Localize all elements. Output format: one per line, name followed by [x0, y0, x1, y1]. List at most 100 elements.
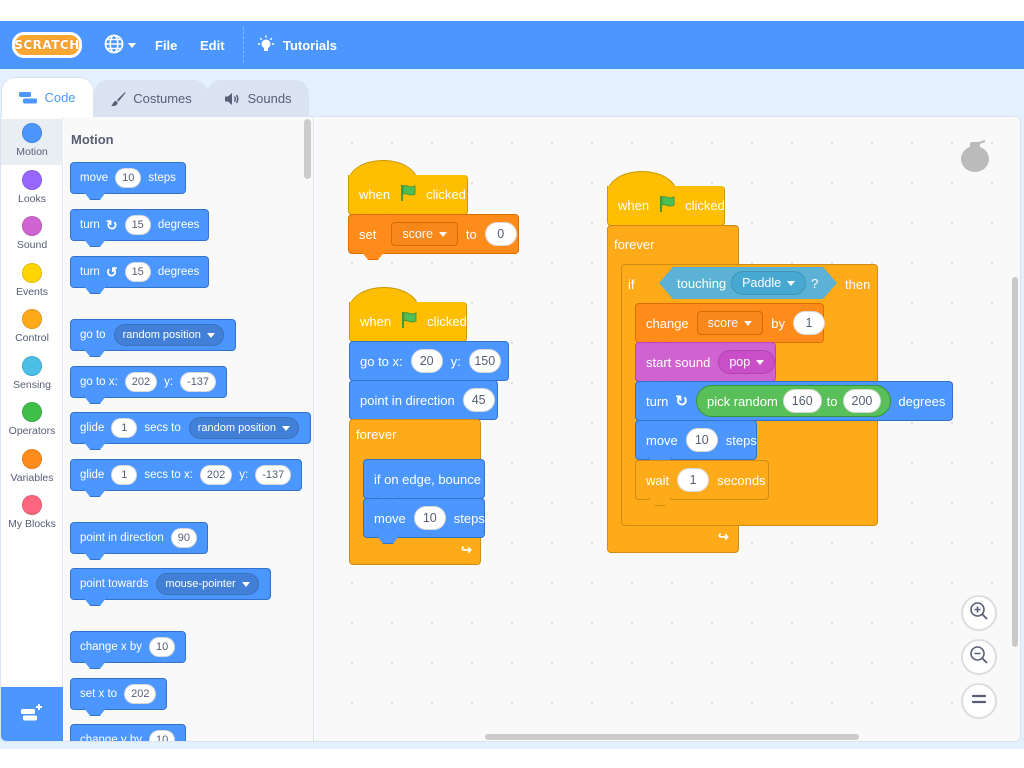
- tutorials-menu[interactable]: Tutorials: [257, 21, 337, 69]
- touching-target-dropdown[interactable]: Paddle: [731, 271, 806, 295]
- random-to-input[interactable]: 200: [842, 389, 882, 413]
- block-palette: Motion move 10 steps turn ↻ 15 degrees t…: [64, 117, 314, 741]
- block-text: ?: [811, 275, 819, 291]
- when-flag-clicked-hat-3[interactable]: when clicked: [607, 186, 725, 226]
- block-text: go to x:: [80, 376, 118, 388]
- move-steps-block-2[interactable]: move 10 steps: [635, 420, 757, 460]
- secs-input[interactable]: 1: [111, 418, 138, 438]
- palette-glide-to-block[interactable]: glide 1 secs to random position: [70, 412, 312, 444]
- palette-point-towards-block[interactable]: point towards mouse-pointer: [70, 568, 271, 600]
- palette-goto-xy-block[interactable]: go to x: 202 y: -137: [70, 366, 228, 398]
- block-text: wait: [646, 472, 670, 488]
- change-variable-block[interactable]: change score by 1: [635, 303, 825, 343]
- category-variables[interactable]: Variables: [1, 445, 63, 491]
- looks-color-dot: [22, 170, 42, 190]
- script-workspace[interactable]: when clicked set score to 0 when clicked…: [315, 117, 1020, 741]
- change-x-input[interactable]: 10: [149, 637, 176, 657]
- secs-input[interactable]: 1: [111, 465, 138, 485]
- palette-move-block[interactable]: move 10 steps: [70, 162, 186, 194]
- tab-costumes[interactable]: Costumes: [94, 80, 208, 116]
- category-control[interactable]: Control: [1, 305, 63, 351]
- degrees-input[interactable]: 15: [124, 262, 151, 282]
- zoom-out-button[interactable]: [961, 639, 997, 675]
- direction-input[interactable]: 90: [170, 528, 197, 548]
- category-events[interactable]: Events: [1, 259, 63, 305]
- x-input[interactable]: 20: [410, 349, 443, 373]
- steps-input[interactable]: 10: [685, 428, 718, 452]
- change-y-input[interactable]: 10: [149, 730, 176, 741]
- palette-point-direction-block[interactable]: point in direction 90: [70, 522, 208, 554]
- steps-input[interactable]: 10: [413, 506, 446, 530]
- code-editor: Motion Looks Sound Events Control Sensin…: [0, 116, 1021, 742]
- goto-xy-block[interactable]: go to x: 20 y: 150: [349, 341, 509, 381]
- x-input[interactable]: 202: [199, 465, 233, 485]
- variable-dropdown[interactable]: score: [391, 222, 458, 246]
- towards-target-dropdown[interactable]: mouse-pointer: [156, 573, 259, 595]
- turn-random-block[interactable]: turn ↻ pick random 160 to 200 degrees: [635, 381, 953, 421]
- palette-glide-xy-block[interactable]: glide 1 secs to x: 202 y: -137: [70, 459, 303, 491]
- wait-seconds-block[interactable]: wait 1 seconds: [635, 460, 769, 500]
- language-menu[interactable]: [104, 21, 136, 69]
- zoom-out-icon: [969, 645, 989, 670]
- my-blocks-color-dot: [22, 495, 42, 515]
- category-looks[interactable]: Looks: [1, 166, 63, 212]
- block-text: when: [618, 198, 650, 213]
- degrees-input[interactable]: 15: [124, 215, 151, 235]
- sprite-drop-icon: [959, 137, 991, 178]
- category-sound[interactable]: Sound: [1, 212, 63, 258]
- file-menu[interactable]: File: [155, 21, 177, 69]
- palette-change-x-block[interactable]: change x by 10: [70, 631, 187, 663]
- palette-set-x-block[interactable]: set x to 202: [70, 678, 168, 710]
- variable-dropdown[interactable]: score: [696, 311, 764, 335]
- palette-scrollbar[interactable]: [304, 119, 311, 179]
- palette-turn-right-block[interactable]: turn ↻ 15 degrees: [70, 209, 210, 241]
- pick-random-block[interactable]: pick random 160 to 200: [695, 385, 892, 417]
- seconds-input[interactable]: 1: [677, 468, 710, 492]
- start-sound-block[interactable]: start sound pop: [635, 342, 776, 382]
- category-motion[interactable]: Motion: [1, 119, 63, 165]
- when-flag-clicked-hat-1[interactable]: when clicked: [348, 175, 468, 215]
- palette-turn-left-block[interactable]: turn ↺ 15 degrees: [70, 256, 210, 288]
- random-from-input[interactable]: 160: [782, 389, 822, 413]
- vertical-scrollbar[interactable]: [1012, 277, 1018, 647]
- block-text: clicked: [426, 187, 466, 202]
- horizontal-scrollbar[interactable]: [485, 734, 859, 740]
- goto-target-dropdown[interactable]: random position: [113, 324, 224, 346]
- when-flag-clicked-hat-2[interactable]: when clicked: [349, 302, 467, 342]
- y-input[interactable]: -137: [255, 465, 292, 485]
- point-direction-block[interactable]: point in direction 45: [349, 380, 498, 420]
- steps-input[interactable]: 10: [115, 168, 142, 188]
- set-variable-block[interactable]: set score to 0: [348, 214, 519, 254]
- edit-menu[interactable]: Edit: [200, 21, 225, 69]
- move-steps-block[interactable]: move 10 steps: [363, 498, 485, 538]
- direction-input[interactable]: 45: [462, 388, 495, 412]
- category-my-blocks[interactable]: My Blocks: [1, 491, 63, 537]
- block-text: glide: [80, 422, 105, 434]
- block-text: steps: [453, 510, 485, 526]
- category-sensing[interactable]: Sensing: [1, 352, 63, 398]
- tab-sounds[interactable]: Sounds: [207, 80, 309, 116]
- glide-target-dropdown[interactable]: random position: [188, 417, 300, 439]
- add-extension-button[interactable]: [1, 687, 63, 741]
- sound-dropdown[interactable]: pop: [718, 350, 776, 374]
- tab-code[interactable]: Code: [1, 77, 94, 117]
- block-text: set: [359, 226, 377, 242]
- palette-goto-block[interactable]: go to random position: [70, 319, 236, 351]
- category-operators[interactable]: Operators: [1, 398, 63, 444]
- dropdown-value: random position: [197, 422, 277, 434]
- bounce-block[interactable]: if on edge, bounce: [363, 459, 485, 499]
- scratch-logo[interactable]: SCRATCH: [12, 32, 82, 58]
- value-input[interactable]: 0: [484, 222, 517, 246]
- reset-zoom-button[interactable]: [961, 683, 997, 719]
- zoom-in-button[interactable]: [961, 595, 997, 631]
- x-input[interactable]: 202: [124, 372, 158, 392]
- block-text: move: [646, 432, 678, 448]
- set-x-input[interactable]: 202: [124, 684, 157, 704]
- y-input[interactable]: 150: [468, 349, 501, 373]
- value-input[interactable]: 1: [792, 311, 825, 335]
- y-input[interactable]: -137: [180, 372, 217, 392]
- loop-arrow-icon: ↪: [461, 542, 472, 557]
- touching-sensing-block[interactable]: touching Paddle ?: [659, 267, 837, 299]
- block-text: pick random: [706, 393, 778, 409]
- palette-change-y-block[interactable]: change y by 10: [70, 724, 187, 741]
